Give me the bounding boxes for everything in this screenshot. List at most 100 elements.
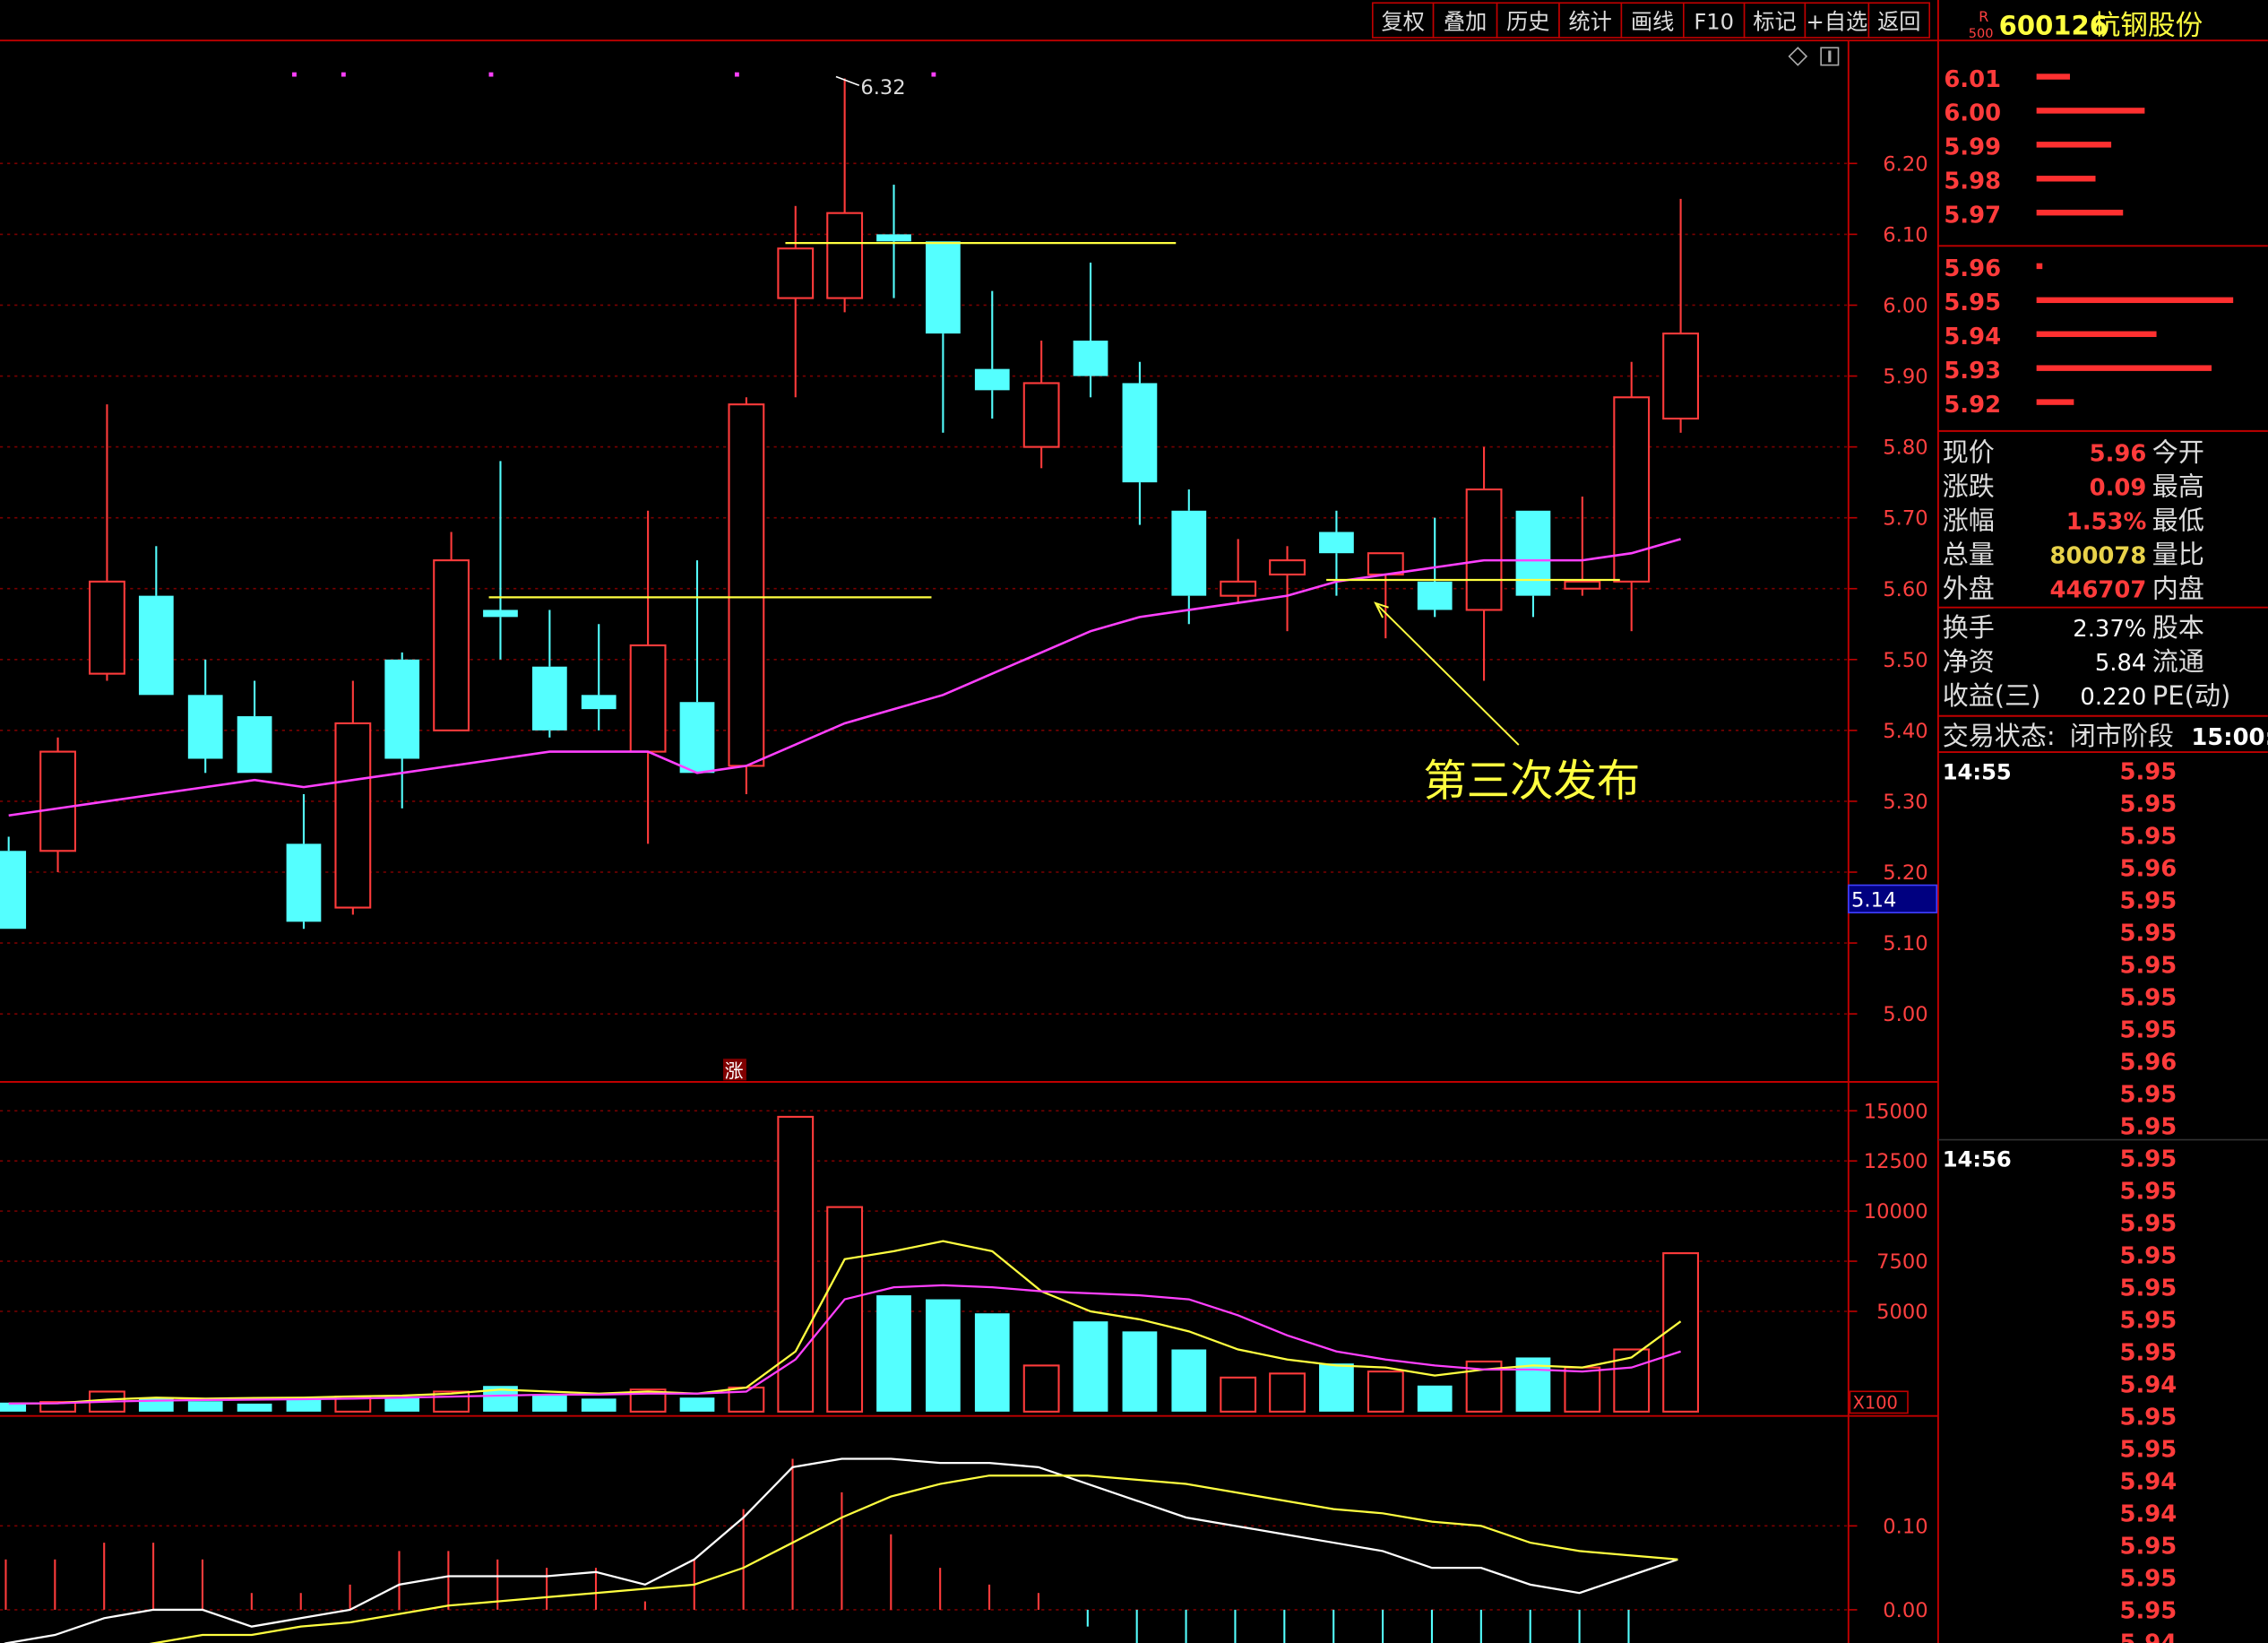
toolbar-button-8[interactable]: 返回 <box>1867 2 1931 39</box>
toolbar-button-2[interactable]: 历史 <box>1496 2 1560 39</box>
volume-bar[interactable] <box>974 1313 1010 1412</box>
candle[interactable] <box>384 652 420 809</box>
candle[interactable] <box>286 794 322 930</box>
candle[interactable] <box>581 624 617 731</box>
volume-bar[interactable] <box>1022 1364 1060 1413</box>
order-book-price: 5.95 <box>1944 290 2001 316</box>
candle[interactable] <box>679 560 715 774</box>
candle-body-up <box>89 580 125 675</box>
diamond-icon[interactable] <box>1788 47 1808 66</box>
candle[interactable] <box>974 290 1010 419</box>
volume-bar[interactable] <box>531 1394 567 1412</box>
tick-price: 5.94 <box>2120 1371 2177 1398</box>
toolbar-button-4[interactable]: 画线 <box>1620 2 1685 39</box>
candle[interactable] <box>334 680 372 915</box>
candle[interactable] <box>433 532 470 731</box>
volume-bar[interactable] <box>1220 1376 1257 1413</box>
volume-bar-up <box>1613 1348 1651 1413</box>
candle[interactable] <box>926 241 961 433</box>
volume-bar[interactable] <box>1417 1385 1453 1412</box>
candle[interactable] <box>531 610 567 738</box>
volume-bar[interactable] <box>384 1397 420 1412</box>
toolbar-button-6[interactable]: 标记 <box>1743 2 1807 39</box>
macd-tick-label: 0.00 <box>1883 1599 1927 1622</box>
volume-bar[interactable] <box>187 1401 223 1412</box>
candle[interactable] <box>39 737 76 873</box>
tick-price: 5.95 <box>2120 1082 2177 1109</box>
macd-histogram <box>4 1458 1630 1643</box>
candle[interactable] <box>1220 539 1257 603</box>
candle[interactable] <box>237 680 272 774</box>
volume-bar-up <box>1662 1252 1700 1413</box>
volume-bar[interactable] <box>1171 1349 1207 1412</box>
candle[interactable] <box>1515 510 1551 618</box>
quote-label: 收益(三) <box>1943 680 2041 711</box>
toolbar-button-5[interactable]: F10 <box>1683 2 1746 39</box>
volume-bar[interactable] <box>1613 1348 1651 1413</box>
volume-bar[interactable] <box>286 1399 322 1412</box>
macd-tick-label: 0.10 <box>1883 1515 1927 1538</box>
candle[interactable] <box>728 397 765 795</box>
volume-bar[interactable] <box>1367 1371 1404 1413</box>
toolbar-button-3[interactable]: 统计 <box>1558 2 1623 39</box>
tick-price: 5.95 <box>2120 1565 2177 1592</box>
toolbar-button-0[interactable]: 复权 <box>1371 2 1435 39</box>
candle[interactable] <box>1319 510 1354 596</box>
candle[interactable] <box>876 185 911 298</box>
candle[interactable] <box>89 404 125 681</box>
volume-bar[interactable] <box>1073 1321 1108 1412</box>
volume-bar[interactable] <box>1269 1372 1306 1413</box>
annotation-arrow-line <box>1375 603 1520 746</box>
candle-body-up <box>39 750 76 852</box>
quote-label-secondary: 最高 <box>2152 471 2204 502</box>
candle[interactable] <box>1022 341 1060 469</box>
volume-bar[interactable] <box>876 1295 911 1412</box>
candle[interactable] <box>138 546 174 696</box>
price-tick-label: 5.30 <box>1883 791 1927 814</box>
volume-bar[interactable] <box>1564 1366 1601 1413</box>
volume-bar[interactable] <box>237 1403 272 1412</box>
order-book-volume-bar <box>2036 399 2074 405</box>
candle[interactable] <box>826 78 864 313</box>
candle-body-up <box>1367 552 1404 575</box>
candle[interactable] <box>629 510 667 844</box>
volume-bar[interactable] <box>826 1206 864 1413</box>
volume-bar[interactable] <box>1662 1252 1700 1413</box>
quote-value: 5.84 <box>2095 650 2146 677</box>
price-tick-label: 5.70 <box>1883 507 1927 531</box>
volume-tick-label: 7500 <box>1876 1250 1927 1274</box>
candle[interactable] <box>1122 361 1158 525</box>
candle[interactable] <box>1171 489 1207 625</box>
toolbar-button-7[interactable]: +自选 <box>1804 2 1870 39</box>
order-book-price: 5.94 <box>1944 324 2001 350</box>
candle-body-down <box>1515 510 1551 596</box>
price-tick-label: 6.10 <box>1883 223 1927 246</box>
chart-window-controls[interactable] <box>1788 47 1840 66</box>
candle[interactable] <box>0 836 27 930</box>
volume-bar-down <box>876 1295 911 1412</box>
order-book-price: 5.93 <box>1944 358 2001 385</box>
candle[interactable] <box>1465 446 1503 681</box>
candle[interactable] <box>187 659 223 774</box>
volume-bar[interactable] <box>1319 1363 1354 1412</box>
volume-bar-down <box>581 1398 617 1412</box>
candle-body-down <box>384 659 420 759</box>
candle-body-down <box>926 241 961 334</box>
quote-label-secondary: 今开 <box>2152 437 2204 468</box>
volume-bar[interactable] <box>1122 1331 1158 1412</box>
price-tick-label: 5.40 <box>1883 720 1927 743</box>
order-book: 6.01 6.00 5.99 5.98 5.97 5.96 5.95 5.94 5.93 5.92 <box>1944 66 2234 419</box>
volume-bar-down <box>679 1397 715 1412</box>
quote-label: 现价 <box>1943 437 1995 468</box>
candle[interactable] <box>483 461 518 660</box>
candle[interactable] <box>1613 361 1651 632</box>
candle-body-down <box>1073 341 1108 376</box>
quote-label: 换手 <box>1943 612 1995 643</box>
candle[interactable] <box>1073 263 1108 398</box>
volume-bar[interactable] <box>581 1398 617 1412</box>
toolbar-button-1[interactable]: 叠加 <box>1432 2 1498 39</box>
annotation-text: 第三次发布 <box>1423 756 1640 806</box>
volume-bar[interactable] <box>679 1397 715 1412</box>
volume-bar[interactable] <box>926 1299 961 1412</box>
tick-time: 14:55 <box>1943 760 2012 785</box>
